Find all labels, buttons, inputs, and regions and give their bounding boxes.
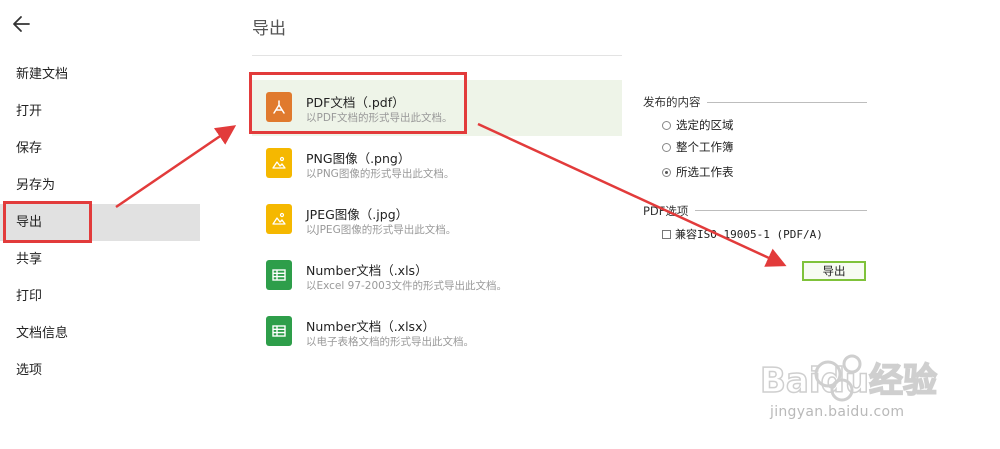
sidebar-item-label: 文档信息 xyxy=(16,326,69,341)
format-list: PDF文档（.pdf） 以PDF文档的形式导出此文档。 PNG图像（.png） … xyxy=(252,80,622,360)
spreadsheet-icon xyxy=(266,316,292,346)
radio-selected-sheet[interactable]: 所选工作表 xyxy=(662,163,734,181)
radio-label: 选定的区域 xyxy=(676,118,734,132)
format-item-png[interactable]: PNG图像（.png） 以PNG图像的形式导出此文档。 xyxy=(252,136,622,192)
radio-button[interactable] xyxy=(662,167,671,177)
format-desc: 以PDF文档的形式导出此文档。 xyxy=(306,112,453,124)
baidu-jingyan-watermark: Baidu经验 xyxy=(759,354,938,402)
sidebar-item-new[interactable]: 新建文档 xyxy=(0,56,200,93)
pdfa-compat-option[interactable]: 兼容ISO 19005-1 (PDF/A) xyxy=(662,226,823,242)
title-divider xyxy=(252,55,622,56)
radio-whole-workbook[interactable]: 整个工作簿 xyxy=(662,138,734,156)
format-name: PDF文档（.pdf） xyxy=(306,95,405,110)
section-divider xyxy=(695,210,867,211)
format-item-pdf[interactable]: PDF文档（.pdf） 以PDF文档的形式导出此文档。 xyxy=(252,80,622,136)
sidebar-item-save[interactable]: 保存 xyxy=(0,130,200,167)
format-item-xlsx[interactable]: Number文档（.xlsx） 以电子表格文档的形式导出此文档。 xyxy=(252,304,622,360)
spreadsheet-icon xyxy=(266,260,292,290)
radio-label: 所选工作表 xyxy=(676,165,734,179)
sidebar-item-label: 打开 xyxy=(16,104,43,119)
format-item-jpg[interactable]: JPEG图像（.jpg） 以JPEG图像的形式导出此文档。 xyxy=(252,192,622,248)
sidebar-item-options[interactable]: 选项 xyxy=(0,352,200,389)
sidebar-item-open[interactable]: 打开 xyxy=(0,93,200,130)
radio-button[interactable] xyxy=(662,142,671,152)
format-desc: 以电子表格文档的形式导出此文档。 xyxy=(306,336,474,348)
format-desc: 以PNG图像的形式导出此文档。 xyxy=(306,168,455,180)
format-desc: 以Excel 97-2003文件的形式导出此文档。 xyxy=(306,280,508,292)
radio-selected-range[interactable]: 选定的区域 xyxy=(662,116,734,134)
pdfa-checkbox[interactable] xyxy=(662,229,671,239)
sidebar-item-label: 选项 xyxy=(16,363,43,378)
sidebar-item-label: 打印 xyxy=(16,289,43,304)
back-button[interactable] xyxy=(10,12,34,36)
pdf-icon xyxy=(266,92,292,122)
format-desc: 以JPEG图像的形式导出此文档。 xyxy=(306,224,457,236)
sidebar-item-label: 另存为 xyxy=(16,178,56,193)
image-icon xyxy=(266,204,292,234)
sidebar-nav: 新建文档 打开 保存 另存为 导出 共享 打印 文档信息 选项 xyxy=(0,56,200,389)
sidebar-item-label: 共享 xyxy=(16,252,43,267)
sidebar-item-export[interactable]: 导出 xyxy=(0,204,200,241)
sidebar-item-doc-info[interactable]: 文档信息 xyxy=(0,315,200,352)
image-icon xyxy=(266,148,292,178)
sidebar-item-label: 导出 xyxy=(16,215,43,230)
sidebar-item-save-as[interactable]: 另存为 xyxy=(0,167,200,204)
sidebar-item-print[interactable]: 打印 xyxy=(0,278,200,315)
format-name: Number文档（.xls） xyxy=(306,263,428,278)
format-item-xls[interactable]: Number文档（.xls） 以Excel 97-2003文件的形式导出此文档。 xyxy=(252,248,622,304)
export-button[interactable]: 导出 xyxy=(802,261,866,281)
page-title: 导出 xyxy=(252,19,286,39)
radio-label: 整个工作簿 xyxy=(676,140,734,154)
sidebar-item-label: 新建文档 xyxy=(16,67,69,82)
arrow-left-icon xyxy=(13,16,30,32)
pdfa-label: 兼容ISO 19005-1 (PDF/A) xyxy=(675,228,823,241)
publish-content-label: 发布的内容 xyxy=(643,95,701,109)
sidebar-item-share[interactable]: 共享 xyxy=(0,241,200,278)
format-name: JPEG图像（.jpg） xyxy=(306,207,409,222)
watermark-brand: Baidu经验 xyxy=(760,361,937,401)
sidebar: 新建文档 打开 保存 另存为 导出 共享 打印 文档信息 选项 xyxy=(0,0,200,449)
format-name: PNG图像（.png） xyxy=(306,151,411,166)
sidebar-item-label: 保存 xyxy=(16,141,43,156)
format-name: Number文档（.xlsx） xyxy=(306,319,435,334)
watermark-url: jingyan.baidu.com xyxy=(770,404,905,420)
section-divider xyxy=(707,102,867,103)
radio-button[interactable] xyxy=(662,120,671,130)
pdf-options-label: PDF选项 xyxy=(643,204,689,218)
